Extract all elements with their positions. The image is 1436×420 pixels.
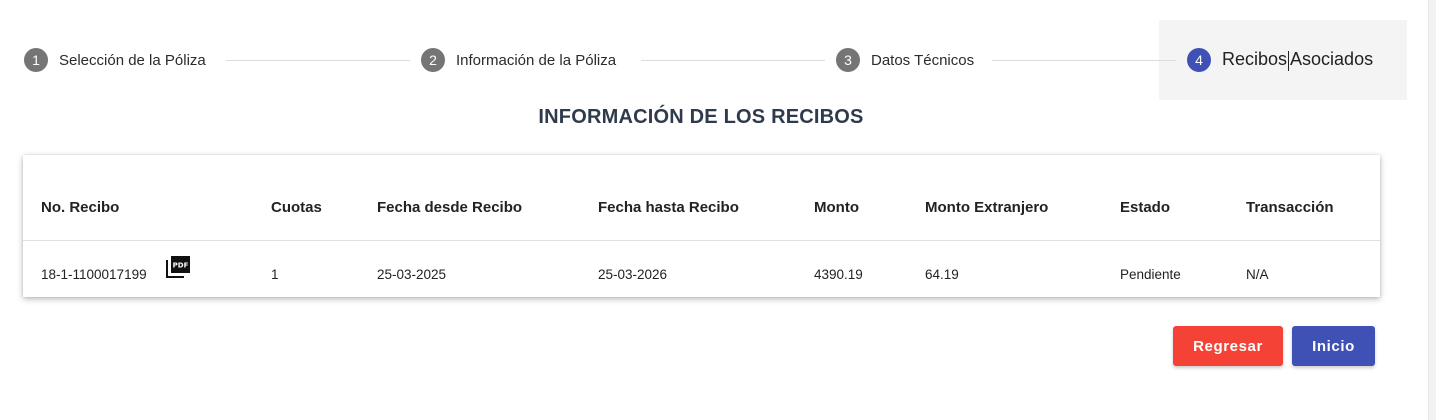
table-row: 18-1-1100017199 PDF 1 25-03-2025 25-03-2… (23, 241, 1380, 297)
table-header: No. Recibo Cuotas Fecha desde Recibo Fec… (23, 155, 1380, 241)
step-label: Información de la Póliza (456, 51, 617, 69)
column-header-fecha-hasta: Fecha hasta Recibo (598, 199, 739, 216)
right-scroll-edge (1428, 0, 1436, 420)
step-label-part: Asociados (1290, 49, 1374, 70)
cell-cuotas: 1 (271, 267, 279, 282)
step-datos-tecnicos[interactable]: 3 Datos Técnicos (836, 48, 974, 72)
pdf-icon[interactable]: PDF (166, 256, 190, 278)
column-header-fecha-desde: Fecha desde Recibo (377, 199, 523, 216)
column-header-estado: Estado (1120, 199, 1171, 216)
step-number: 3 (836, 48, 860, 72)
step-label: Datos Técnicos (871, 51, 975, 69)
step-connector (992, 60, 1176, 61)
regresar-button[interactable]: Regresar (1173, 326, 1283, 366)
cell-monto: 4390.19 (814, 267, 863, 282)
inicio-button[interactable]: Inicio (1292, 326, 1375, 366)
column-header-cuotas: Cuotas (271, 199, 322, 216)
column-header-monto: Monto (814, 199, 859, 216)
text-cursor (1288, 50, 1290, 71)
cell-transaccion: N/A (1246, 267, 1269, 282)
svg-text:PDF: PDF (173, 262, 189, 270)
column-header-monto-extranjero: Monto Extranjero (925, 199, 1049, 216)
step-connector (226, 60, 410, 61)
step-label-part: Recibos (1222, 49, 1288, 70)
cell-fecha-hasta: 25-03-2026 (598, 267, 668, 282)
step-connector (641, 60, 825, 61)
cell-estado: Pendiente (1120, 267, 1181, 282)
cell-recibo: 18-1-1100017199 (41, 267, 147, 282)
step-number: 2 (421, 48, 445, 72)
section-title: INFORMACIÓN DE LOS RECIBOS (538, 106, 864, 128)
stepper: 1 Selección de la Póliza 2 Información d… (0, 20, 1420, 100)
column-header-transaccion: Transacción (1246, 199, 1334, 216)
step-label: Selección de la Póliza (59, 51, 206, 69)
receipts-table: No. Recibo Cuotas Fecha desde Recibo Fec… (23, 155, 1380, 297)
step-number: 4 (1187, 48, 1211, 72)
step-number: 1 (24, 48, 48, 72)
step-label: Recibos Asociados (1222, 49, 1374, 71)
step-informacion[interactable]: 2 Información de la Póliza (421, 48, 616, 72)
cell-monto-extranjero: 64.19 (925, 267, 959, 282)
cell-fecha-desde: 25-03-2025 (377, 267, 447, 282)
column-header-recibo: No. Recibo (41, 199, 120, 216)
step-seleccion[interactable]: 1 Selección de la Póliza (24, 48, 206, 72)
step-recibos-asociados[interactable]: 4 Recibos Asociados (1187, 48, 1373, 72)
